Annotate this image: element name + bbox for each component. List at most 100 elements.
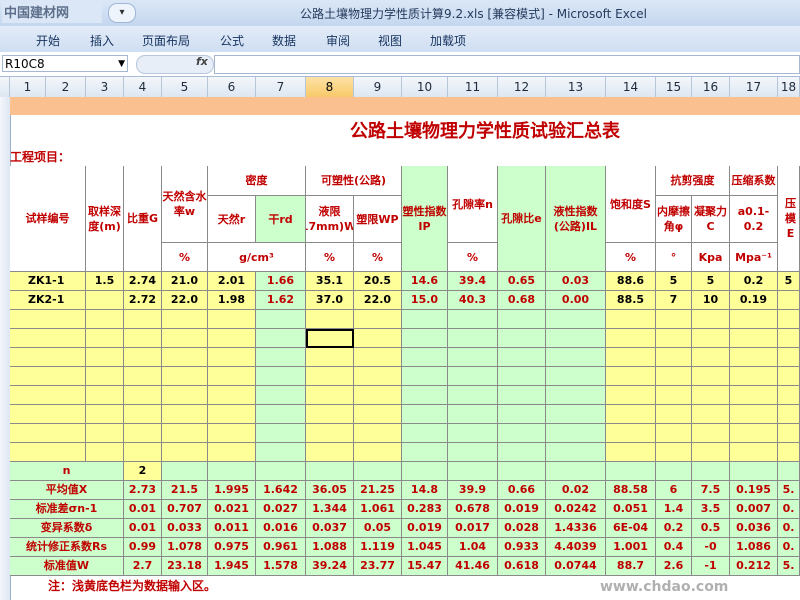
stat-value[interactable]: 21.25 bbox=[354, 481, 402, 500]
stat-value[interactable]: 39.24 bbox=[306, 557, 354, 576]
active-cell-outline[interactable] bbox=[306, 329, 354, 348]
empty-input-cell[interactable] bbox=[730, 329, 778, 348]
column-header-5[interactable]: 5 bbox=[162, 77, 208, 97]
empty-input-cell[interactable] bbox=[498, 405, 546, 424]
empty-input-cell[interactable] bbox=[448, 329, 498, 348]
empty-input-cell[interactable] bbox=[498, 424, 546, 443]
stat-value[interactable] bbox=[546, 462, 606, 481]
header-friction-angle[interactable]: 内摩擦角φ bbox=[656, 196, 692, 243]
column-header-17[interactable]: 17 bbox=[730, 77, 778, 97]
tab-page-layout[interactable]: 页面布局 bbox=[142, 32, 190, 49]
cell-sample-no[interactable]: ZK2-1 bbox=[10, 291, 86, 310]
empty-input-cell[interactable] bbox=[124, 310, 162, 329]
header-compression-range[interactable]: a0.1-0.2 bbox=[730, 196, 778, 243]
stat-value[interactable]: 0.01 bbox=[124, 519, 162, 538]
stat-value[interactable] bbox=[498, 462, 546, 481]
empty-input-cell[interactable] bbox=[448, 310, 498, 329]
empty-input-cell[interactable] bbox=[656, 405, 692, 424]
stat-value[interactable] bbox=[606, 462, 656, 481]
data-cell[interactable] bbox=[86, 291, 124, 310]
column-header-10[interactable]: 10 bbox=[402, 77, 448, 97]
unit-compression[interactable]: Mpa⁻¹ bbox=[730, 243, 778, 272]
empty-input-cell[interactable] bbox=[730, 348, 778, 367]
data-cell[interactable]: 5 bbox=[778, 272, 800, 291]
stat-value[interactable] bbox=[730, 462, 778, 481]
empty-input-cell[interactable] bbox=[124, 424, 162, 443]
empty-input-cell[interactable] bbox=[402, 348, 448, 367]
empty-input-cell[interactable] bbox=[730, 443, 778, 462]
empty-input-cell[interactable] bbox=[208, 424, 256, 443]
unit-wl[interactable]: % bbox=[306, 243, 354, 272]
unit-angle[interactable]: ° bbox=[656, 243, 692, 272]
empty-input-cell[interactable] bbox=[10, 405, 86, 424]
unit-cohesion[interactable]: Kpa bbox=[692, 243, 730, 272]
unit-saturation[interactable]: % bbox=[606, 243, 656, 272]
empty-input-cell[interactable] bbox=[656, 310, 692, 329]
data-cell[interactable]: 2.72 bbox=[124, 291, 162, 310]
unit-moisture[interactable]: % bbox=[162, 243, 208, 272]
empty-input-cell[interactable] bbox=[354, 424, 402, 443]
header-density-natural[interactable]: 天然r bbox=[208, 196, 256, 243]
stat-value[interactable]: 2.6 bbox=[656, 557, 692, 576]
unit-wp[interactable]: % bbox=[354, 243, 402, 272]
empty-input-cell[interactable] bbox=[606, 348, 656, 367]
empty-input-cell[interactable] bbox=[730, 310, 778, 329]
stat-value[interactable]: 6 bbox=[656, 481, 692, 500]
empty-input-cell[interactable] bbox=[692, 405, 730, 424]
empty-input-cell[interactable] bbox=[606, 367, 656, 386]
stat-value[interactable]: 0.05 bbox=[354, 519, 402, 538]
stat-value[interactable]: 23.77 bbox=[354, 557, 402, 576]
header-density[interactable]: 密度 bbox=[208, 166, 306, 196]
stat-value[interactable] bbox=[402, 462, 448, 481]
empty-input-cell[interactable] bbox=[778, 367, 800, 386]
empty-input-cell[interactable] bbox=[10, 310, 86, 329]
stat-value[interactable]: 0.011 bbox=[208, 519, 256, 538]
data-cell[interactable]: 21.0 bbox=[162, 272, 208, 291]
empty-input-cell[interactable] bbox=[208, 348, 256, 367]
empty-input-cell[interactable] bbox=[692, 424, 730, 443]
stat-value[interactable]: 0.212 bbox=[730, 557, 778, 576]
empty-input-cell[interactable] bbox=[498, 367, 546, 386]
stat-value[interactable]: 1.119 bbox=[354, 538, 402, 557]
header-depth[interactable]: 取样深度(m) bbox=[86, 166, 124, 272]
empty-input-cell[interactable] bbox=[692, 348, 730, 367]
stat-value[interactable]: 0.66 bbox=[498, 481, 546, 500]
empty-input-cell[interactable] bbox=[306, 386, 354, 405]
data-cell[interactable]: 2.74 bbox=[124, 272, 162, 291]
empty-input-cell[interactable] bbox=[546, 348, 606, 367]
empty-input-cell[interactable] bbox=[546, 367, 606, 386]
stat-value[interactable]: 1.045 bbox=[402, 538, 448, 557]
empty-input-cell[interactable] bbox=[124, 443, 162, 462]
empty-input-cell[interactable] bbox=[162, 405, 208, 424]
empty-input-cell[interactable] bbox=[402, 405, 448, 424]
stat-value[interactable]: 1.061 bbox=[354, 500, 402, 519]
stat-value[interactable]: 3.5 bbox=[692, 500, 730, 519]
empty-input-cell[interactable] bbox=[124, 367, 162, 386]
empty-input-cell[interactable] bbox=[402, 310, 448, 329]
empty-input-cell[interactable] bbox=[606, 329, 656, 348]
stat-value[interactable]: 0. bbox=[778, 500, 800, 519]
empty-input-cell[interactable] bbox=[402, 424, 448, 443]
header-plastic-limit[interactable]: 塑限WP bbox=[354, 196, 402, 243]
data-cell[interactable]: 5 bbox=[692, 272, 730, 291]
stat-value[interactable]: 2.7 bbox=[124, 557, 162, 576]
data-cell[interactable]: 0.00 bbox=[546, 291, 606, 310]
data-cell[interactable]: 0.19 bbox=[730, 291, 778, 310]
header-sample-no[interactable]: 试样编号 bbox=[10, 166, 86, 272]
column-header-16[interactable]: 16 bbox=[692, 77, 730, 97]
stat-value[interactable]: 0.028 bbox=[498, 519, 546, 538]
empty-input-cell[interactable] bbox=[730, 367, 778, 386]
data-cell[interactable]: 22.0 bbox=[162, 291, 208, 310]
header-plasticity-index[interactable]: 塑性指数IP bbox=[402, 166, 448, 272]
data-cell[interactable]: 37.0 bbox=[306, 291, 354, 310]
stat-value[interactable]: 0.2 bbox=[656, 519, 692, 538]
stat-value[interactable]: 15.47 bbox=[402, 557, 448, 576]
stat-value[interactable]: 2.73 bbox=[124, 481, 162, 500]
data-cell[interactable]: 0.03 bbox=[546, 272, 606, 291]
empty-input-cell[interactable] bbox=[10, 329, 86, 348]
empty-input-cell[interactable] bbox=[778, 329, 800, 348]
stat-value[interactable]: 0.707 bbox=[162, 500, 208, 519]
stat-value[interactable]: 0.195 bbox=[730, 481, 778, 500]
tab-home[interactable]: 开始 bbox=[36, 32, 60, 49]
unit-porosity[interactable]: % bbox=[448, 243, 498, 272]
